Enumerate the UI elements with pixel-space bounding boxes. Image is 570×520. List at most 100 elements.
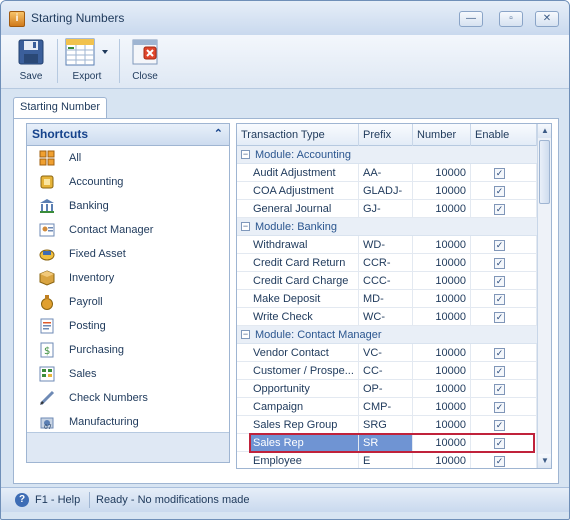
shortcut-item[interactable]: Sales bbox=[27, 362, 229, 386]
shortcut-item[interactable]: All bbox=[27, 146, 229, 170]
group-row[interactable]: −Module: Contact Manager bbox=[237, 326, 537, 344]
enable-cell[interactable]: ✓ bbox=[471, 272, 537, 290]
help-icon[interactable]: ? bbox=[15, 493, 29, 507]
number-cell[interactable]: 10000 bbox=[413, 344, 471, 362]
table-row[interactable]: CampaignCMP-10000 ✓ bbox=[237, 398, 537, 416]
table-row[interactable]: Write CheckWC-10000✓ bbox=[237, 308, 537, 326]
table-row[interactable]: Sales RepSR10000✓ bbox=[237, 434, 537, 452]
enable-cell[interactable]: ✓ bbox=[471, 182, 537, 200]
column-header-transaction-type[interactable]: Transaction Type bbox=[237, 124, 359, 146]
number-cell[interactable]: 10000 bbox=[413, 380, 471, 398]
enable-checkbox[interactable]: ✓ bbox=[494, 168, 505, 179]
shortcut-item[interactable]: Posting bbox=[27, 314, 229, 338]
table-row[interactable]: Customer / Prospe...CC-10000 ✓ bbox=[237, 362, 537, 380]
type-cell[interactable]: Customer / Prospe... bbox=[249, 362, 359, 380]
enable-checkbox[interactable]: ✓ bbox=[494, 312, 505, 323]
enable-cell[interactable]: ✓ bbox=[471, 362, 537, 380]
enable-cell[interactable]: ✓ bbox=[471, 452, 537, 469]
table-row[interactable]: Make DepositMD-10000✓ bbox=[237, 290, 537, 308]
prefix-cell[interactable]: GLADJ- bbox=[359, 182, 413, 200]
minimize-button[interactable]: — bbox=[459, 11, 483, 27]
prefix-cell[interactable]: VC- bbox=[359, 344, 413, 362]
collapse-group-icon[interactable]: − bbox=[241, 330, 250, 339]
enable-cell[interactable]: ✓ bbox=[471, 344, 537, 362]
type-cell[interactable]: Credit Card Charge bbox=[249, 272, 359, 290]
type-cell[interactable]: Credit Card Return bbox=[249, 254, 359, 272]
type-cell[interactable]: Opportunity bbox=[249, 380, 359, 398]
prefix-cell[interactable]: CC- bbox=[359, 362, 413, 380]
enable-checkbox[interactable]: ✓ bbox=[494, 420, 505, 431]
enable-checkbox[interactable]: ✓ bbox=[494, 204, 505, 215]
shortcut-item[interactable]: $Purchasing bbox=[27, 338, 229, 362]
type-cell[interactable]: Employee bbox=[249, 452, 359, 469]
column-header-enable[interactable]: Enable bbox=[471, 124, 537, 146]
enable-checkbox[interactable]: ✓ bbox=[494, 456, 505, 467]
prefix-cell[interactable]: AA- bbox=[359, 164, 413, 182]
prefix-cell[interactable]: SRG bbox=[359, 416, 413, 434]
type-cell[interactable]: Campaign bbox=[249, 398, 359, 416]
table-row[interactable]: General JournalGJ-10000✓ bbox=[237, 200, 537, 218]
table-row[interactable]: Credit Card ChargeCCC-10000 ✓ bbox=[237, 272, 537, 290]
type-cell[interactable]: Withdrawal bbox=[249, 236, 359, 254]
enable-checkbox[interactable]: ✓ bbox=[494, 258, 505, 269]
table-row[interactable]: EmployeeE10000 ✓ bbox=[237, 452, 537, 469]
shortcut-item[interactable]: Contact Manager bbox=[27, 218, 229, 242]
shortcut-item[interactable]: Accounting bbox=[27, 170, 229, 194]
shortcut-item[interactable]: Fixed Asset bbox=[27, 242, 229, 266]
enable-checkbox[interactable]: ✓ bbox=[494, 186, 505, 197]
enable-checkbox[interactable]: ✓ bbox=[494, 294, 505, 305]
enable-cell[interactable]: ✓ bbox=[471, 308, 537, 326]
enable-checkbox[interactable]: ✓ bbox=[494, 276, 505, 287]
enable-checkbox[interactable]: ✓ bbox=[494, 366, 505, 377]
vertical-scrollbar[interactable]: ▲ ▼ bbox=[537, 124, 551, 468]
number-cell[interactable]: 10000 bbox=[413, 362, 471, 380]
type-cell[interactable]: Write Check bbox=[249, 308, 359, 326]
collapse-group-icon[interactable]: − bbox=[241, 150, 250, 159]
prefix-cell[interactable]: CMP- bbox=[359, 398, 413, 416]
number-cell[interactable]: 10000 bbox=[413, 452, 471, 469]
table-row[interactable]: Audit AdjustmentAA-10000✓ bbox=[237, 164, 537, 182]
enable-checkbox[interactable]: ✓ bbox=[494, 384, 505, 395]
group-row[interactable]: −Module: Accounting bbox=[237, 146, 537, 164]
enable-checkbox[interactable]: ✓ bbox=[494, 402, 505, 413]
enable-checkbox[interactable]: ✓ bbox=[494, 348, 505, 359]
prefix-cell[interactable]: OP- bbox=[359, 380, 413, 398]
table-row[interactable]: Sales Rep GroupSRG10000✓ bbox=[237, 416, 537, 434]
column-header-prefix[interactable]: Prefix bbox=[359, 124, 413, 146]
number-cell[interactable]: 10000 bbox=[413, 398, 471, 416]
group-row[interactable]: −Module: Banking bbox=[237, 218, 537, 236]
enable-cell[interactable]: ✓ bbox=[471, 254, 537, 272]
type-cell[interactable]: Make Deposit bbox=[249, 290, 359, 308]
save-button[interactable]: Save bbox=[11, 37, 51, 87]
prefix-cell[interactable]: CCC- bbox=[359, 272, 413, 290]
enable-cell[interactable]: ✓ bbox=[471, 380, 537, 398]
type-cell[interactable]: Sales Rep Group bbox=[249, 416, 359, 434]
table-row[interactable]: Vendor ContactVC-10000✓ bbox=[237, 344, 537, 362]
collapse-group-icon[interactable]: − bbox=[241, 222, 250, 231]
table-row[interactable]: COA AdjustmentGLADJ-10000✓ bbox=[237, 182, 537, 200]
number-cell[interactable]: 10000 bbox=[413, 236, 471, 254]
shortcut-item[interactable]: Banking bbox=[27, 194, 229, 218]
type-cell[interactable]: Audit Adjustment bbox=[249, 164, 359, 182]
collapse-chevron-icon[interactable]: ⌃ bbox=[214, 127, 223, 140]
scroll-down-arrow-icon[interactable]: ▼ bbox=[538, 454, 552, 468]
prefix-cell[interactable]: GJ- bbox=[359, 200, 413, 218]
number-cell[interactable]: 10000 bbox=[413, 182, 471, 200]
tab-starting-number[interactable]: Starting Number bbox=[13, 97, 107, 119]
type-cell[interactable]: General Journal bbox=[249, 200, 359, 218]
maximize-button[interactable]: ▫ bbox=[499, 11, 523, 27]
column-header-number[interactable]: Number bbox=[413, 124, 471, 146]
shortcut-item[interactable]: 07Manufacturing bbox=[27, 410, 229, 434]
close-button[interactable]: Close bbox=[125, 37, 165, 87]
prefix-cell[interactable]: E bbox=[359, 452, 413, 469]
prefix-cell[interactable]: SR bbox=[359, 434, 413, 452]
enable-checkbox[interactable]: ✓ bbox=[494, 438, 505, 449]
enable-cell[interactable]: ✓ bbox=[471, 398, 537, 416]
table-row[interactable]: OpportunityOP-10000 ✓ bbox=[237, 380, 537, 398]
prefix-cell[interactable]: MD- bbox=[359, 290, 413, 308]
prefix-cell[interactable]: CCR- bbox=[359, 254, 413, 272]
shortcut-item[interactable]: Check Numbers bbox=[27, 386, 229, 410]
prefix-cell[interactable]: WD- bbox=[359, 236, 413, 254]
number-cell[interactable]: 10000 bbox=[413, 272, 471, 290]
enable-cell[interactable]: ✓ bbox=[471, 434, 537, 452]
